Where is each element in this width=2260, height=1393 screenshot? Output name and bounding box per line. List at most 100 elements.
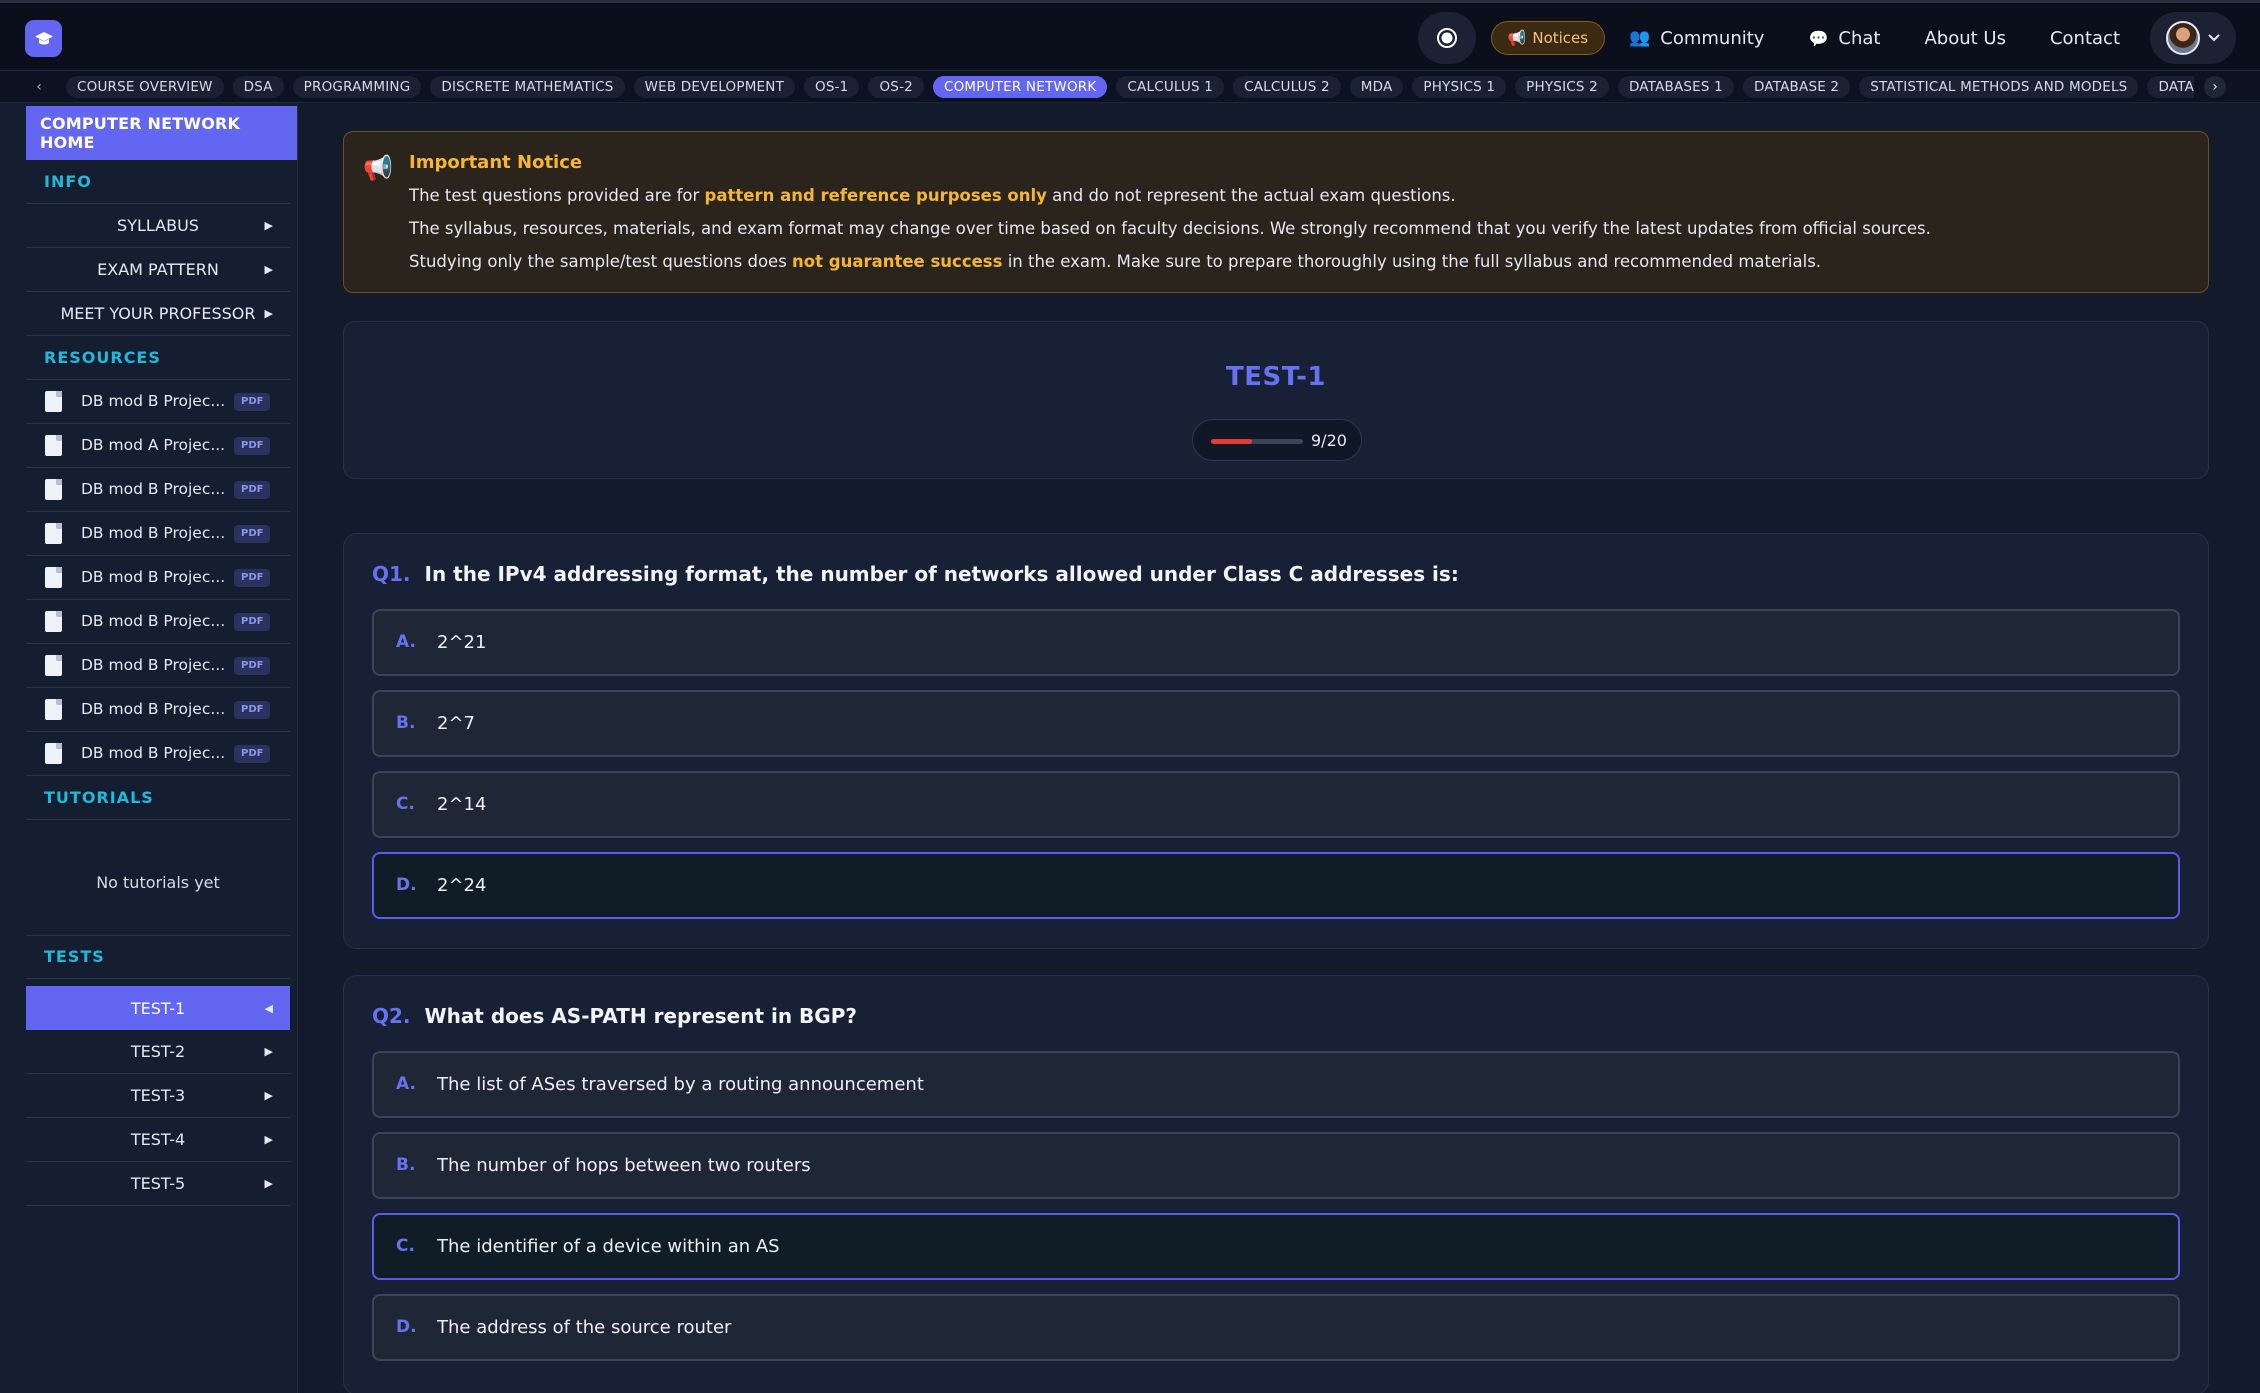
option-text: 2^14 (437, 794, 487, 815)
subject-chip[interactable]: MDA (1349, 76, 1404, 98)
subject-chip[interactable]: DATABASES 1 (1617, 76, 1734, 98)
subject-chip[interactable]: OS-2 (868, 76, 924, 98)
top-navbar: 📢 Notices 👥 Community 💬 Chat About Us Co… (0, 0, 2260, 70)
resource-item[interactable]: DB mod B Projec... PDF (26, 688, 290, 732)
pdf-badge: PDF (234, 393, 271, 411)
answer-option[interactable]: D. The address of the source router (372, 1294, 2180, 1361)
option-letter: A. (396, 1074, 416, 1094)
option-text: The number of hops between two routers (437, 1155, 811, 1176)
resource-item[interactable]: DB mod B Projec... PDF (26, 380, 290, 424)
notice-highlight: not guarantee success (792, 252, 1003, 271)
caret-right-icon: ▶ (264, 1045, 273, 1058)
notice-line-1: The test questions provided are for patt… (409, 186, 1456, 205)
subject-chip[interactable]: COMPUTER NETWORK (932, 76, 1108, 98)
sidebar-test-item[interactable]: TEST-2 ▶ (26, 1030, 290, 1074)
answer-option[interactable]: C. The identifier of a device within an A… (372, 1213, 2180, 1280)
caret-right-icon: ▶ (264, 1177, 273, 1190)
resource-name: DB mod B Projec... (81, 480, 226, 498)
sidebar-test-item[interactable]: TEST-5 ▶ (26, 1162, 290, 1206)
sidebar-test-item[interactable]: TEST-3 ▶ (26, 1074, 290, 1118)
resource-name: DB mod A Projec... (81, 436, 226, 454)
resource-item[interactable]: DB mod B Projec... PDF (26, 600, 290, 644)
subject-chips: COURSE OVERVIEW DSA PROGRAMMING DISCRETE MA… (66, 76, 2194, 100)
option-letter: C. (396, 794, 415, 814)
option-letter: D. (396, 875, 417, 895)
sidebar-item-syllabus[interactable]: SYLLABUS ▶ (26, 204, 290, 248)
progress-fill (1211, 439, 1253, 444)
answer-option[interactable]: B. 2^7 (372, 690, 2180, 757)
megaphone-icon: 📢 (363, 154, 393, 182)
file-icon (45, 699, 62, 720)
subject-chip[interactable]: STATISTICAL METHODS AND MODELS (1859, 76, 2139, 98)
option-text: 2^7 (437, 713, 475, 734)
sidebar-test-item[interactable]: TEST-4 ▶ (26, 1118, 290, 1162)
subject-chip[interactable]: OS-1 (804, 76, 860, 98)
scroll-right-button[interactable]: › (2204, 76, 2226, 98)
course-sidebar: COMPUTER NETWORK HOME INFO SYLLABUS ▶ EX… (0, 103, 298, 1393)
subject-chip[interactable]: DATABASE 2 (1742, 76, 1851, 98)
resource-item[interactable]: DB mod B Projec... PDF (26, 468, 290, 512)
notice-text: Studying only the sample/test questions … (409, 252, 793, 271)
option-letter: A. (396, 632, 416, 652)
subject-chip[interactable]: COURSE OVERVIEW (66, 76, 224, 98)
question-number: Q2. (372, 1004, 411, 1028)
home-logo-button[interactable] (25, 20, 62, 57)
answer-option[interactable]: A. The list of ASes traversed by a routin… (372, 1051, 2180, 1118)
nav-contact-link[interactable]: Contact (2050, 28, 2120, 49)
resource-name: DB mod B Projec... (81, 656, 226, 674)
answer-option[interactable]: D. 2^24 (372, 852, 2180, 919)
resource-item[interactable]: DB mod A Projec... PDF (26, 424, 290, 468)
tutorials-section-heading: TUTORIALS (26, 776, 290, 820)
subject-chip[interactable]: DATA MODE (2147, 76, 2194, 98)
resource-item[interactable]: DB mod B Projec... PDF (26, 732, 290, 776)
notice-line-3: Studying only the sample/test questions … (409, 252, 1821, 271)
notices-button[interactable]: 📢 Notices (1490, 21, 1606, 55)
question-number: Q1. (372, 562, 411, 586)
sidebar-test-item[interactable]: TEST-1 ◀ (26, 986, 290, 1030)
sidebar-item-label: TEST-3 (130, 1086, 186, 1105)
sidebar-item-meet-professor[interactable]: MEET YOUR PROFESSOR ▶ (26, 292, 290, 336)
sidebar-item-exam-pattern[interactable]: EXAM PATTERN ▶ (26, 248, 290, 292)
theme-toggle-button[interactable] (1417, 12, 1476, 64)
answer-option[interactable]: C. 2^14 (372, 771, 2180, 838)
nav-community-link[interactable]: 👥 Community (1629, 28, 1764, 49)
answer-option[interactable]: B. The number of hops between two routers (372, 1132, 2180, 1199)
test-header-card: TEST-1 9/20 (343, 321, 2209, 479)
option-letter: D. (396, 1317, 417, 1337)
pdf-badge: PDF (234, 701, 271, 719)
file-icon (45, 567, 62, 588)
progress-count: 9/20 (1311, 431, 1347, 450)
resource-item[interactable]: DB mod B Projec... PDF (26, 556, 290, 600)
sidebar-item-label: TEST-4 (130, 1130, 186, 1149)
answer-option[interactable]: A. 2^21 (372, 609, 2180, 676)
megaphone-icon: 📢 (1507, 29, 1527, 47)
progress-track (1211, 439, 1303, 444)
subject-chip[interactable]: DSA (232, 76, 284, 98)
sidebar-item-label: TEST-1 (130, 998, 186, 1018)
resources-section-heading: RESOURCES (26, 336, 290, 380)
subject-chip[interactable]: PROGRAMMING (292, 76, 422, 98)
pdf-badge: PDF (234, 569, 271, 587)
resource-item[interactable]: DB mod B Projec... PDF (26, 644, 290, 688)
option-text: The identifier of a device within an AS (437, 1236, 780, 1257)
question-text: In the IPv4 addressing format, the numbe… (424, 562, 1459, 586)
question-heading: Q1. In the IPv4 addressing format, the nu… (372, 562, 1459, 586)
sidebar-item-label: TEST-5 (130, 1174, 186, 1193)
subject-chip[interactable]: DISCRETE MATHEMATICS (430, 76, 625, 98)
user-menu-button[interactable] (2150, 12, 2236, 64)
course-home-link[interactable]: COMPUTER NETWORK HOME (26, 106, 297, 160)
test-title: TEST-1 (1225, 362, 1327, 392)
nav-chat-link[interactable]: 💬 Chat (1808, 28, 1880, 49)
caret-right-icon: ▶ (264, 307, 273, 320)
resource-item[interactable]: DB mod B Projec... PDF (26, 512, 290, 556)
nav-about-link[interactable]: About Us (1924, 28, 2006, 49)
subject-chip[interactable]: PHYSICS 1 (1412, 76, 1507, 98)
subject-chip[interactable]: WEB DEVELOPMENT (633, 76, 796, 98)
subject-chip[interactable]: PHYSICS 2 (1515, 76, 1609, 98)
question-text: What does AS-PATH represent in BGP? (424, 1004, 857, 1028)
scroll-left-button[interactable]: ‹ (28, 76, 50, 98)
pdf-badge: PDF (234, 657, 271, 675)
subject-chip[interactable]: CALCULUS 1 (1116, 76, 1225, 98)
notice-line-2: The syllabus, resources, materials, and … (409, 219, 1931, 238)
subject-chip[interactable]: CALCULUS 2 (1233, 76, 1341, 98)
